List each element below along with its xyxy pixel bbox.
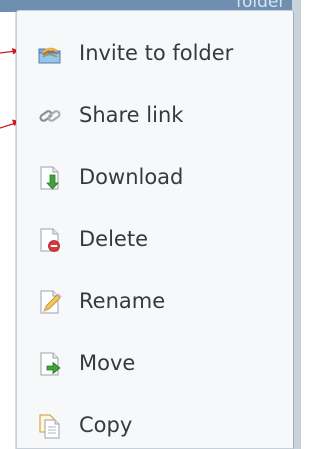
menu-item-label: Download	[79, 165, 184, 189]
menu-item-label: Invite to folder	[79, 41, 234, 65]
download-icon	[37, 165, 63, 191]
rename-icon	[37, 289, 63, 315]
move-icon	[37, 351, 63, 377]
menu-item-move[interactable]: Move	[17, 339, 293, 387]
copy-icon	[37, 413, 63, 439]
menu-item-invite-to-folder[interactable]: Invite to folder	[17, 29, 293, 77]
delete-icon	[37, 227, 63, 253]
menu-item-label: Move	[79, 351, 136, 375]
menu-item-share-link[interactable]: Share link	[17, 91, 293, 139]
context-menu: Invite to folder Share link Download Del…	[16, 10, 294, 449]
menu-item-copy[interactable]: Copy	[17, 401, 293, 449]
menu-item-label: Copy	[79, 413, 133, 437]
menu-item-rename[interactable]: Rename	[17, 277, 293, 325]
link-icon	[37, 103, 63, 129]
invite-folder-icon	[37, 41, 63, 67]
menu-item-label: Delete	[79, 227, 148, 251]
menu-item-delete[interactable]: Delete	[17, 215, 293, 263]
menu-item-label: Share link	[79, 103, 184, 127]
menu-item-download[interactable]: Download	[17, 153, 293, 201]
menu-item-label: Rename	[79, 289, 166, 313]
